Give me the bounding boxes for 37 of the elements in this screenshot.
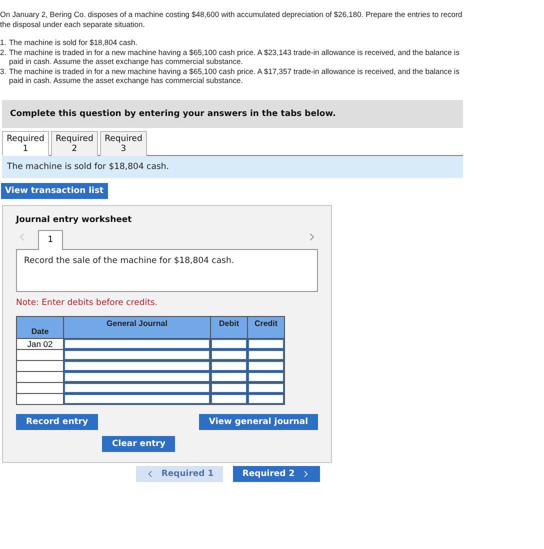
- entry-field[interactable]: [211, 338, 247, 348]
- entry-field[interactable]: [64, 350, 210, 360]
- entry-field[interactable]: [248, 394, 284, 404]
- entry-field[interactable]: [64, 394, 210, 404]
- date-cell: Jan 02: [16, 338, 64, 349]
- requirement-tab[interactable]: Required 2: [51, 130, 98, 156]
- view-journal-button[interactable]: View general journal: [198, 414, 318, 430]
- transaction-list-button[interactable]: View transaction list: [1, 182, 108, 198]
- entry-field[interactable]: [64, 382, 210, 392]
- entry-field[interactable]: [248, 372, 284, 382]
- entry-field[interactable]: [211, 372, 247, 382]
- entry-tab[interactable]: 1: [38, 230, 63, 250]
- column-header: Debit: [210, 316, 248, 338]
- note-text: Note: Enter debits before credits.: [16, 298, 159, 308]
- record-entry-button[interactable]: Record entry: [16, 414, 98, 430]
- entry-field[interactable]: [248, 338, 284, 348]
- entry-field[interactable]: [64, 372, 210, 382]
- entry-field[interactable]: [211, 394, 247, 404]
- entry-prompt: Record the sale of the machine for $18,804 cash.: [16, 248, 318, 292]
- clear-entry-button[interactable]: Clear entry: [102, 436, 176, 452]
- requirement-tab[interactable]: Required 1: [2, 130, 49, 156]
- column-header: General Journal: [64, 316, 210, 338]
- next-required-button[interactable]: Required 2: [233, 466, 320, 482]
- requirement-banner: The machine is sold for $18,804 cash.: [2, 154, 463, 178]
- requirement-tab[interactable]: Required 3: [100, 130, 147, 156]
- column-header: Date: [16, 316, 64, 338]
- entry-field[interactable]: [211, 382, 247, 392]
- entry-field[interactable]: [211, 350, 247, 360]
- entry-field[interactable]: [64, 338, 210, 348]
- entry-field[interactable]: [211, 360, 247, 370]
- instruction-banner: Complete this question by entering your answers in the tabs below.: [2, 100, 463, 128]
- column-header: Credit: [248, 316, 284, 338]
- worksheet-title: Journal entry worksheet: [16, 214, 133, 224]
- entry-field[interactable]: [248, 360, 284, 370]
- entry-field[interactable]: [248, 350, 284, 360]
- entry-field[interactable]: [64, 360, 210, 370]
- entry-field[interactable]: [248, 382, 284, 392]
